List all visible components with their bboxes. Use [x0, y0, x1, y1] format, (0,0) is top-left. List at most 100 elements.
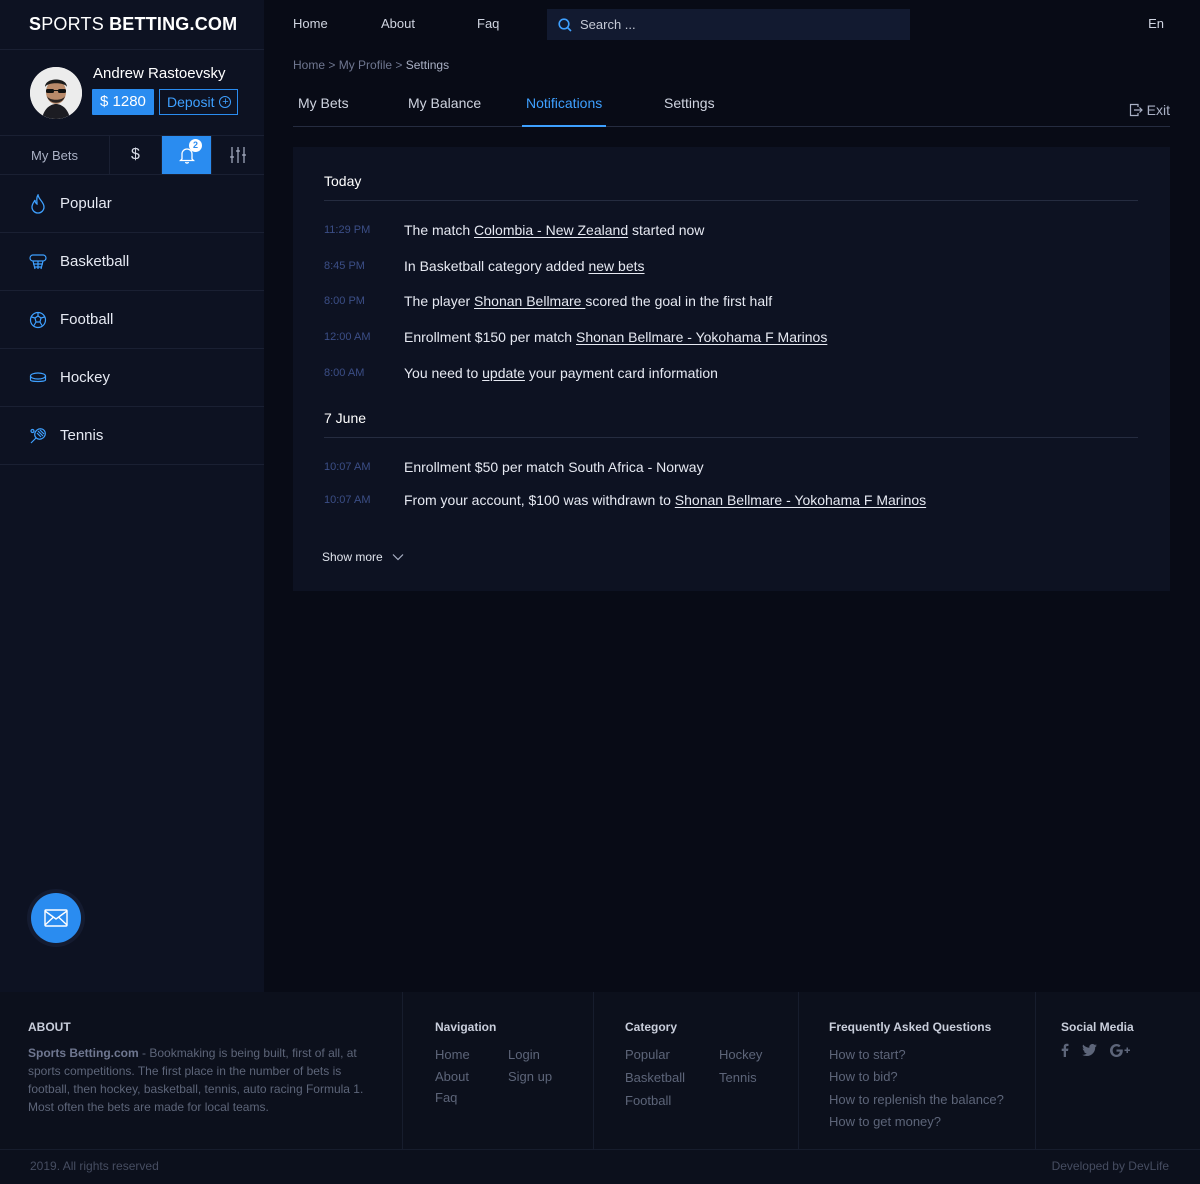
notification-text: Enrollment $50 per match South Africa - … [404, 459, 704, 475]
twitter-icon[interactable] [1082, 1044, 1097, 1056]
tab-my-balance[interactable]: My Balance [408, 95, 481, 111]
language-selector[interactable]: En [1148, 16, 1164, 31]
nav-about[interactable]: About [381, 16, 415, 31]
footer-link-about[interactable]: About [435, 1069, 469, 1084]
notification-text-part: Enrollment $50 per match South Africa - … [404, 459, 704, 475]
sidebar-tab-settings[interactable] [212, 136, 264, 174]
avatar[interactable] [30, 67, 82, 119]
notification-item: 10:07 AM Enrollment $50 per match South … [324, 459, 1144, 481]
exit-button[interactable]: Exit [1129, 102, 1170, 118]
group-title-today: Today [324, 173, 362, 189]
user-name: Andrew Rastoevsky [93, 65, 226, 82]
show-more-label: Show more [322, 550, 383, 564]
notification-text-part: From your account, $100 was withdrawn to [404, 492, 675, 508]
profile-tabs: My Bets My Balance Notifications Setting… [293, 88, 1170, 127]
footer-category: Category Popular Basketball Football Hoc… [594, 992, 799, 1149]
notification-text-part: The match [404, 222, 475, 238]
deposit-button[interactable]: Deposit + [159, 89, 239, 115]
tennis-racket-icon [28, 426, 48, 446]
breadcrumb-profile[interactable]: My Profile [339, 58, 392, 72]
breadcrumb-separator: > [325, 58, 339, 72]
group-title-7-june: 7 June [324, 410, 367, 426]
developer-credit: Developed by DevLife [1051, 1159, 1169, 1173]
nav-faq[interactable]: Faq [477, 16, 499, 31]
notification-link[interactable]: Shonan Bellmare [474, 293, 585, 309]
notification-item: 10:07 AM From your account, $100 was wit… [324, 492, 1144, 514]
notification-text-part: The player [404, 293, 475, 309]
sidebar-item-tennis[interactable]: Tennis [0, 407, 264, 465]
sidebar-item-label: Football [60, 311, 114, 328]
footer-faq-link[interactable]: How to start? [829, 1047, 906, 1062]
footer-link-home[interactable]: Home [435, 1047, 470, 1062]
google-plus-icon[interactable] [1110, 1043, 1130, 1057]
footer-bottom: 2019. All rights reserved Developed by D… [0, 1149, 1200, 1184]
divider [324, 437, 1138, 438]
footer-about-title: ABOUT [28, 1020, 71, 1034]
facebook-icon[interactable] [1061, 1043, 1069, 1057]
notification-time: 12:00 AM [324, 331, 371, 343]
balance-badge[interactable]: $ 1280 [92, 89, 154, 115]
contact-mail-button[interactable] [31, 893, 81, 943]
notification-time: 8:45 PM [324, 260, 365, 272]
sidebar-tab-my-bets[interactable]: My Bets [0, 136, 110, 174]
sidebar-tab-balance[interactable]: $ [110, 136, 162, 174]
search-input[interactable] [580, 17, 880, 32]
footer-faq-link[interactable]: How to bid? [829, 1069, 898, 1084]
footer-link-tennis[interactable]: Tennis [719, 1070, 757, 1085]
chevron-down-icon [392, 554, 404, 561]
footer-cat-title: Category [625, 1020, 678, 1034]
notification-text-part: started now [628, 222, 705, 238]
footer-link-hockey[interactable]: Hockey [719, 1047, 762, 1062]
divider [324, 200, 1138, 201]
footer-link-login[interactable]: Login [508, 1047, 540, 1062]
notification-link[interactable]: Colombia - New Zealand [474, 222, 628, 238]
exit-label: Exit [1146, 102, 1170, 118]
footer-faq-link[interactable]: How to get money? [829, 1114, 941, 1129]
sidebar-item-basketball[interactable]: Basketball [0, 233, 264, 291]
notification-count-badge: 2 [189, 139, 202, 152]
flame-icon [28, 193, 48, 214]
social-links [1061, 1043, 1130, 1057]
notification-time: 10:07 AM [324, 494, 371, 506]
tab-settings[interactable]: Settings [664, 95, 715, 111]
breadcrumb-home[interactable]: Home [293, 58, 325, 72]
plus-circle-icon: + [219, 96, 232, 108]
logout-icon [1129, 103, 1143, 117]
footer-faq-title: Frequently Asked Questions [829, 1020, 992, 1034]
footer-link-faq[interactable]: Faq [435, 1090, 457, 1105]
notification-link[interactable]: Shonan Bellmare - Yokohama F Marinos [576, 329, 827, 345]
sidebar: SPORTS BETTING.COM Andrew Rastoevsky $ 1… [0, 0, 264, 992]
user-profile: Andrew Rastoevsky $ 1280 Deposit + [0, 50, 264, 136]
sliders-icon [230, 147, 246, 163]
sidebar-item-popular[interactable]: Popular [0, 175, 264, 233]
notification-item: 11:29 PM The match Colombia - New Zealan… [324, 222, 1144, 244]
tab-my-bets[interactable]: My Bets [298, 95, 349, 111]
tab-notifications[interactable]: Notifications [521, 95, 607, 127]
notification-text-part: Enrollment $150 per match [404, 329, 576, 345]
footer: ABOUT Sports Betting.com - Bookmaking is… [0, 992, 1200, 1184]
notification-link[interactable]: Shonan Bellmare - Yokohama F Marinos [675, 492, 926, 508]
nav-home[interactable]: Home [293, 16, 328, 31]
notification-time: 11:29 PM [324, 224, 371, 236]
notification-text-part: your payment card information [524, 365, 718, 381]
sidebar-item-football[interactable]: Football [0, 291, 264, 349]
sidebar-tab-notifications[interactable]: 2 [162, 136, 212, 174]
logo[interactable]: SPORTS BETTING.COM [0, 0, 264, 50]
sidebar-item-hockey[interactable]: Hockey [0, 349, 264, 407]
notification-text: The match Colombia - New Zealand started… [404, 222, 704, 238]
search-icon [558, 17, 572, 32]
footer-faq-link[interactable]: How to replenish the balance? [829, 1092, 1004, 1107]
footer-nav-title: Navigation [435, 1020, 497, 1034]
breadcrumb-current: Settings [405, 58, 450, 72]
footer-link-football[interactable]: Football [625, 1093, 671, 1108]
show-more-button[interactable]: Show more [322, 550, 404, 564]
notification-link[interactable]: new bets [588, 258, 644, 274]
footer-about-text: Sports Betting.com - Bookmaking is being… [28, 1044, 368, 1116]
footer-link-popular[interactable]: Popular [625, 1047, 670, 1062]
footer-link-basketball[interactable]: Basketball [625, 1070, 685, 1085]
notification-text-part: scored the goal in the first half [585, 293, 773, 309]
breadcrumb: Home > My Profile > Settings [293, 58, 449, 72]
footer-about-brand: Sports Betting.com [28, 1046, 139, 1060]
notification-link[interactable]: update [482, 365, 525, 381]
footer-link-signup[interactable]: Sign up [508, 1069, 552, 1084]
